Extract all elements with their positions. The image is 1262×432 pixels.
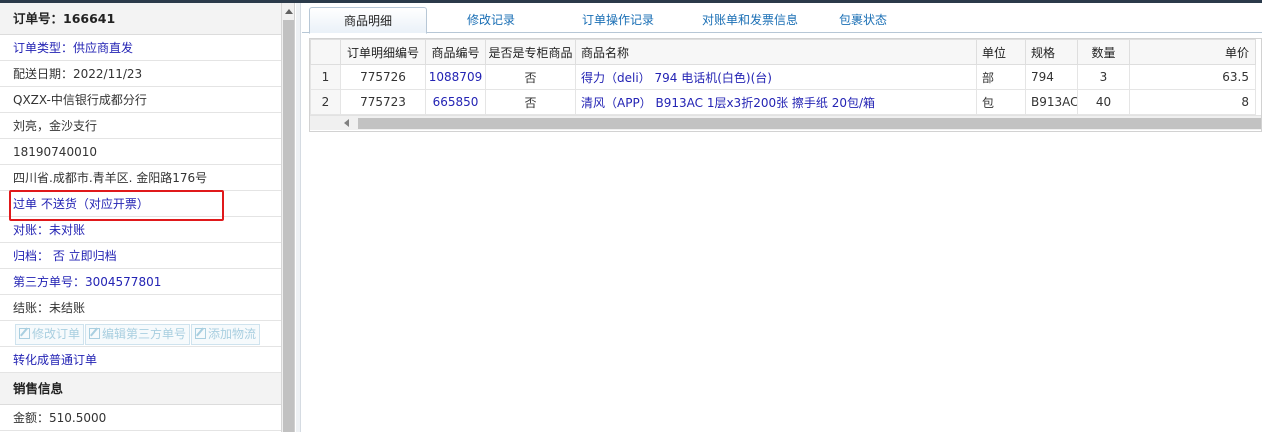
row-number: 1 bbox=[310, 64, 341, 90]
order-number-title: 订单号：166641 bbox=[0, 3, 281, 35]
order-status-link[interactable]: 过单 不送货（对应开票） bbox=[0, 191, 281, 217]
unit-price: 8 bbox=[1129, 89, 1256, 115]
header-counter-product[interactable]: 是否是专柜商品 bbox=[485, 39, 576, 65]
contact-person: 刘亮，金沙支行 bbox=[0, 113, 281, 139]
product-name-link[interactable]: 得力（deli） 794 电话机(白色)(台) bbox=[575, 64, 977, 90]
spec: B913AC bbox=[1025, 89, 1078, 115]
edit-order-button[interactable]: 修改订单 bbox=[15, 324, 85, 345]
tab-product-details[interactable]: 商品明细 bbox=[309, 7, 427, 34]
sales-info-header: 销售信息 bbox=[0, 373, 281, 405]
edit-icon bbox=[195, 328, 207, 339]
header-row-number bbox=[310, 39, 341, 65]
detail-id: 775723 bbox=[340, 89, 426, 115]
horizontal-scrollbar-thumb[interactable] bbox=[358, 118, 1261, 129]
edit-icon bbox=[19, 328, 30, 339]
add-logistics-label: 添加物流 bbox=[208, 327, 257, 341]
unit: 部 bbox=[976, 64, 1026, 90]
counter-product: 否 bbox=[485, 64, 576, 90]
scroll-up-icon[interactable] bbox=[285, 9, 293, 14]
table-header: 订单明细编号 商品编号 是否是专柜商品 商品名称 单位 规格 数量 单价 bbox=[310, 39, 1256, 65]
tab-package-status[interactable]: 包裹状态 bbox=[822, 7, 904, 33]
header-product-id[interactable]: 商品编号 bbox=[425, 39, 486, 65]
row-number: 2 bbox=[310, 89, 341, 115]
quantity: 40 bbox=[1077, 89, 1130, 115]
table-row[interactable]: 2 775723 665850 否 清风（APP） B913AC 1层x3折20… bbox=[310, 89, 1256, 115]
header-unit[interactable]: 单位 bbox=[976, 39, 1026, 65]
tab-modification-records[interactable]: 修改记录 bbox=[445, 7, 537, 33]
archive-status[interactable]: 归档： 否 立即归档 bbox=[0, 243, 281, 269]
header-detail-id[interactable]: 订单明细编号 bbox=[340, 39, 426, 65]
delivery-date: 配送日期：2022/11/23 bbox=[0, 61, 281, 87]
table-row[interactable]: 1 775726 1088709 否 得力（deli） 794 电话机(白色)(… bbox=[310, 64, 1256, 90]
header-product-name[interactable]: 商品名称 bbox=[575, 39, 977, 65]
edit-third-party-button[interactable]: 编辑第三方单号 bbox=[85, 324, 191, 345]
spec: 794 bbox=[1025, 64, 1078, 90]
action-buttons: 修改订单 编辑第三方单号 添加物流 bbox=[0, 321, 281, 347]
reconciliation-status[interactable]: 对账：未对账 bbox=[0, 217, 281, 243]
detail-id: 775726 bbox=[340, 64, 426, 90]
header-spec[interactable]: 规格 bbox=[1025, 39, 1078, 65]
scrollbar-thumb[interactable] bbox=[283, 20, 294, 432]
table-horizontal-scrollbar[interactable] bbox=[310, 115, 1261, 130]
quantity: 3 bbox=[1077, 64, 1130, 90]
edit-third-party-label: 编辑第三方单号 bbox=[102, 327, 187, 341]
header-quantity[interactable]: 数量 bbox=[1077, 39, 1130, 65]
product-name-link[interactable]: 清风（APP） B913AC 1层x3折200张 擦手纸 20包/箱 bbox=[575, 89, 977, 115]
counter-product: 否 bbox=[485, 89, 576, 115]
customer-name: QXZX-中信银行成都分行 bbox=[0, 87, 281, 113]
order-type[interactable]: 订单类型：供应商直发 bbox=[0, 35, 281, 61]
panel-splitter[interactable] bbox=[296, 3, 301, 432]
scroll-left-icon[interactable] bbox=[344, 119, 349, 127]
phone-number: 18190740010 bbox=[0, 139, 281, 165]
product-id-link[interactable]: 1088709 bbox=[425, 64, 486, 90]
product-id-link[interactable]: 665850 bbox=[425, 89, 486, 115]
edit-order-label: 修改订单 bbox=[32, 327, 81, 341]
convert-to-normal-order-link[interactable]: 转化成普通订单 bbox=[0, 347, 281, 373]
header-unit-price[interactable]: 单价 bbox=[1129, 39, 1256, 65]
tab-statement-invoice[interactable]: 对账单和发票信息 bbox=[686, 7, 814, 33]
third-party-number[interactable]: 第三方单号：3004577801 bbox=[0, 269, 281, 295]
product-table: 订单明细编号 商品编号 是否是专柜商品 商品名称 单位 规格 数量 单价 1 7… bbox=[309, 38, 1262, 132]
delivery-address: 四川省.成都市.青羊区. 金阳路176号 bbox=[0, 165, 281, 191]
settlement-status: 结账：未结账 bbox=[0, 295, 281, 321]
unit: 包 bbox=[976, 89, 1026, 115]
order-info-panel: 订单号：166641 订单类型：供应商直发 配送日期：2022/11/23 QX… bbox=[0, 3, 282, 432]
left-panel-scrollbar[interactable] bbox=[282, 3, 295, 432]
amount: 金额：510.5000 bbox=[0, 405, 281, 431]
unit-price: 63.5 bbox=[1129, 64, 1256, 90]
tab-order-operation-records[interactable]: 订单操作记录 bbox=[560, 7, 676, 33]
edit-icon bbox=[89, 328, 101, 339]
tab-bar: 商品明细 修改记录 订单操作记录 对账单和发票信息 包裹状态 bbox=[302, 3, 1262, 34]
add-logistics-button[interactable]: 添加物流 bbox=[191, 324, 261, 345]
